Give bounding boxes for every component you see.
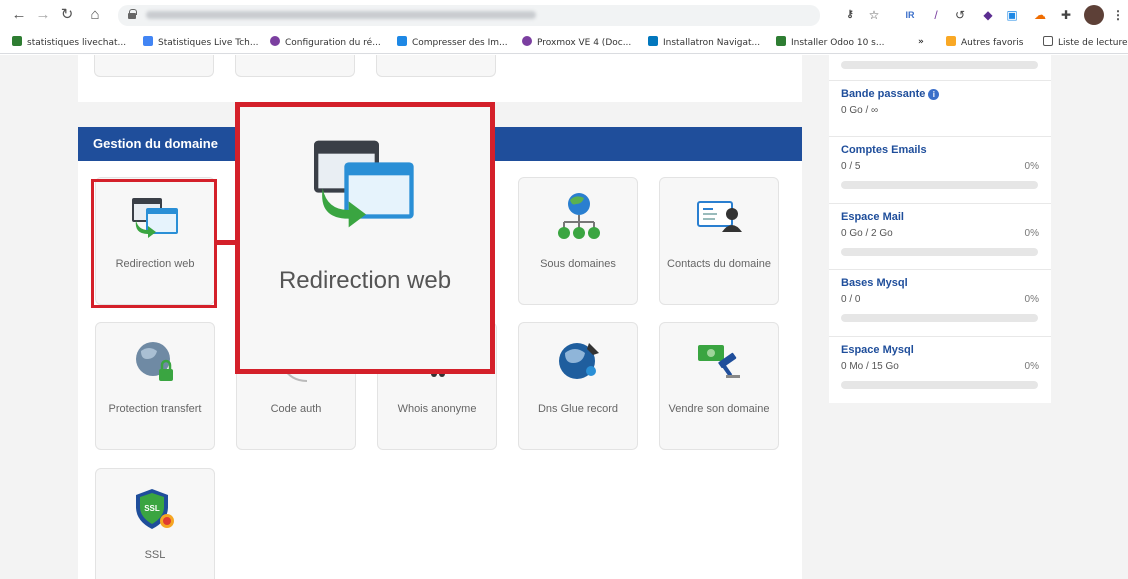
zoomed-label: Redirection web xyxy=(278,267,452,294)
bookmarks-bar: statistiques livechat... Statistiques Li… xyxy=(0,30,1128,54)
bookmark-favicon xyxy=(776,36,786,46)
home-icon[interactable]: ⌂ xyxy=(86,6,104,24)
bookmark-favicon xyxy=(143,36,153,46)
stat-percent: 0% xyxy=(1024,228,1039,239)
tile-contacts-domaine[interactable]: Contacts du domaine xyxy=(659,177,779,305)
tile-ssl[interactable]: SSL SSL xyxy=(95,468,215,579)
extensions-puzzle-icon[interactable]: ✚ xyxy=(1058,7,1074,23)
stat-percent: 0% xyxy=(1024,294,1039,305)
bookmark-item[interactable]: statistiques livechat... xyxy=(12,36,126,49)
stat-title: Espace Mail xyxy=(841,211,904,223)
sell-domain-icon xyxy=(698,345,740,378)
stat-percent: 0% xyxy=(1024,361,1039,372)
bookmark-favicon xyxy=(648,36,658,46)
stat-title: Bases Mysql xyxy=(841,277,908,289)
extension-cloud-icon[interactable]: ☁ xyxy=(1032,7,1048,23)
url-blurred xyxy=(146,11,536,19)
service-tile-mails[interactable]: mails xyxy=(94,55,214,77)
tile-label: Code auth xyxy=(270,403,322,415)
stat-value: 0 Mo / 15 Go xyxy=(841,361,899,372)
bookmark-item[interactable]: Installer Odoo 10 s... xyxy=(776,36,884,49)
stat-value: 0 Go / 2 Go xyxy=(841,228,893,239)
extension-image-icon[interactable]: ▣ xyxy=(1004,7,1020,23)
stat-title: Espace Mysql xyxy=(841,344,914,356)
stat-mysql-space: Espace Mysql 0 Mo / 15 Go 0% xyxy=(829,337,1051,403)
extension-translate-icon[interactable]: IR xyxy=(902,7,918,23)
folder-icon xyxy=(946,36,956,46)
profile-avatar[interactable] xyxy=(1084,5,1104,25)
tile-dns-glue-record[interactable]: Dns Glue record xyxy=(518,322,638,450)
tile-label: Contacts du domaine xyxy=(667,258,771,270)
tile-vendre-domaine[interactable]: Vendre son domaine xyxy=(659,322,779,450)
bookmark-item[interactable]: Compresser des Im... xyxy=(397,36,508,49)
stat-title: Comptes Emails xyxy=(841,144,927,156)
bookmark-item[interactable]: Statistiques Live Tch... xyxy=(143,36,258,49)
usage-bar xyxy=(841,181,1038,189)
tile-label: Sous domaines xyxy=(540,258,616,270)
stat-mysql-databases: Bases Mysql 0 / 0 0% xyxy=(829,270,1051,337)
tile-label: SSL xyxy=(144,549,166,561)
highlight-frame xyxy=(91,179,217,308)
usage-bar xyxy=(841,248,1038,256)
service-tile[interactable] xyxy=(376,55,496,77)
tile-label: Vendre son domaine xyxy=(668,403,770,415)
extension-history-icon[interactable]: ↺ xyxy=(952,7,968,23)
stat-title: Bande passante i xyxy=(841,88,940,100)
bookmark-folder-other[interactable]: Autres favoris xyxy=(946,36,1023,49)
contacts-icon xyxy=(697,201,742,232)
extension-puzzle-purple-icon[interactable]: ◆ xyxy=(980,7,996,23)
tile-protection-transfert[interactable]: Protection transfert xyxy=(95,322,215,450)
lock-icon xyxy=(128,9,137,19)
usage-sidebar: Bande passante i 0 Go / ∞ Comptes Emails … xyxy=(829,55,1051,403)
stat-email-accounts: Comptes Emails 0 / 5 0% xyxy=(829,137,1051,204)
ssl-shield-icon: SSL xyxy=(136,489,174,529)
tile-sous-domaines[interactable]: Sous domaines xyxy=(518,177,638,305)
extension-pen-icon[interactable]: / xyxy=(928,7,944,23)
reading-list[interactable]: Liste de lecture xyxy=(1043,36,1128,49)
bookmark-favicon xyxy=(270,36,280,46)
browser-toolbar: ← → ↻ ⌂ ⚷ ☆ IR / ↺ ◆ ▣ ☁ ✚ ⋮ xyxy=(0,0,1128,30)
bookmark-favicon xyxy=(397,36,407,46)
usage-bar xyxy=(841,314,1038,322)
stat-previous xyxy=(829,55,1051,81)
services-panel: mails xyxy=(78,55,802,102)
bookmark-favicon xyxy=(12,36,22,46)
key-icon[interactable]: ⚷ xyxy=(842,7,858,23)
reading-list-icon xyxy=(1043,36,1053,46)
tile-label: Protection transfert xyxy=(108,403,202,415)
globe-lock-icon xyxy=(136,342,173,381)
usage-bar xyxy=(841,61,1038,69)
stat-percent: 0% xyxy=(1024,161,1039,172)
subdomains-icon xyxy=(558,193,600,239)
back-icon[interactable]: ← xyxy=(10,6,28,24)
menu-icon[interactable]: ⋮ xyxy=(1110,7,1126,23)
page-content: mails Gestion du domaine Redirection web xyxy=(0,55,1128,579)
zoomed-redirection-web: Redirection web xyxy=(235,102,495,374)
service-tile[interactable] xyxy=(235,55,355,77)
reload-icon[interactable]: ↻ xyxy=(58,6,76,24)
stat-value: 0 Go / ∞ xyxy=(841,105,879,116)
stat-mail-space: Espace Mail 0 Go / 2 Go 0% xyxy=(829,204,1051,270)
bookmark-item[interactable]: Configuration du ré... xyxy=(270,36,381,49)
bookmarks-overflow[interactable]: » xyxy=(918,36,924,49)
usage-bar xyxy=(841,381,1038,389)
dns-glue-icon xyxy=(559,343,599,379)
tile-label: Dns Glue record xyxy=(537,403,619,415)
stat-value: 0 / 0 xyxy=(841,294,861,305)
svg-text:SSL: SSL xyxy=(144,504,160,513)
bookmark-favicon xyxy=(522,36,532,46)
bookmark-item[interactable]: Installatron Navigat... xyxy=(648,36,760,49)
bookmark-item[interactable]: Proxmox VE 4 (Doc... xyxy=(522,36,631,49)
star-icon[interactable]: ☆ xyxy=(866,7,882,23)
tile-label: Whois anonyme xyxy=(397,403,477,415)
forward-icon[interactable]: → xyxy=(34,6,52,24)
redirect-web-icon xyxy=(314,140,414,228)
stat-bandwidth: Bande passante i 0 Go / ∞ xyxy=(829,81,1051,137)
info-icon[interactable]: i xyxy=(928,89,940,100)
stat-value: 0 / 5 xyxy=(841,161,861,172)
